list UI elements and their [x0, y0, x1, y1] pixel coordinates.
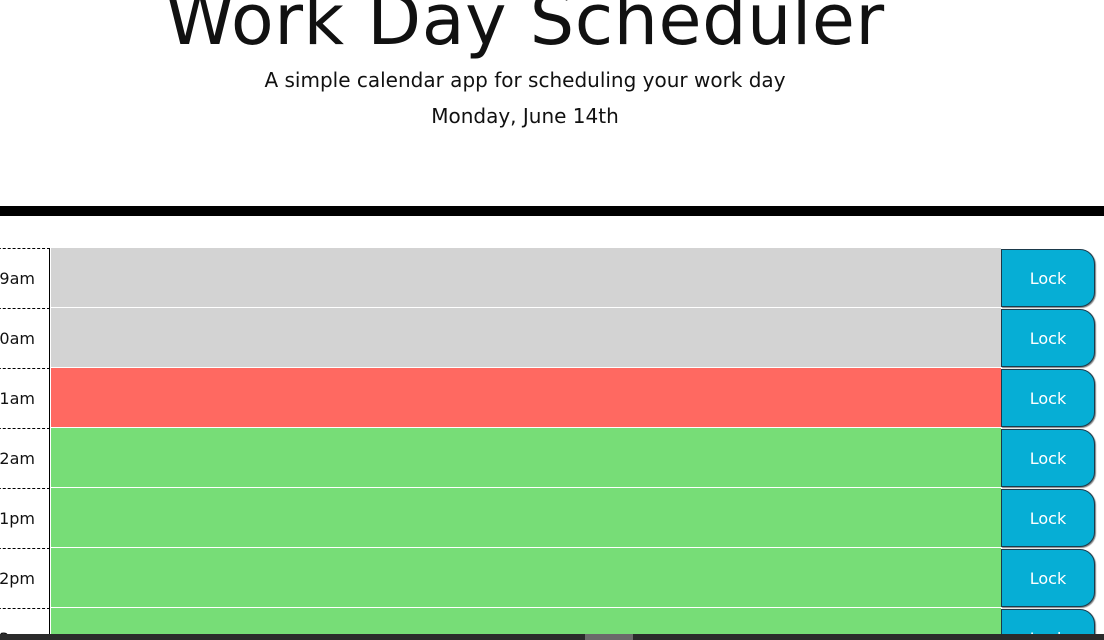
- lock-button[interactable]: Lock: [1001, 249, 1095, 307]
- header: Work Day Scheduler A simple calendar app…: [0, 0, 1104, 216]
- hour-label: 11am: [0, 368, 50, 428]
- time-block-11am: 11am Lock: [0, 368, 1104, 428]
- event-description-input[interactable]: [51, 248, 1001, 308]
- time-block-10am: 10am Lock: [0, 308, 1104, 368]
- hour-label: 12am: [0, 428, 50, 488]
- event-description-input[interactable]: [51, 428, 1001, 488]
- event-description-input[interactable]: [51, 368, 1001, 428]
- page-subtitle: A simple calendar app for scheduling you…: [264, 68, 786, 92]
- lock-button[interactable]: Lock: [1001, 489, 1095, 547]
- schedule-container: 9am Lock 10am Lock 11am Lock 12am Lock 1…: [0, 248, 1104, 640]
- lock-button[interactable]: Lock: [1001, 429, 1095, 487]
- time-block-1pm: 1pm Lock: [0, 488, 1104, 548]
- event-description-input[interactable]: [51, 308, 1001, 368]
- hour-label: 10am: [0, 308, 50, 368]
- time-block-9am: 9am Lock: [0, 248, 1104, 308]
- time-block-12am: 12am Lock: [0, 428, 1104, 488]
- scheduler-page: Work Day Scheduler A simple calendar app…: [0, 0, 1104, 640]
- page-title: Work Day Scheduler: [165, 0, 885, 61]
- hour-label: 1pm: [0, 488, 50, 548]
- hour-label: 9am: [0, 248, 50, 308]
- lock-button[interactable]: Lock: [1001, 549, 1095, 607]
- time-block-2pm: 2pm Lock: [0, 548, 1104, 608]
- scrollbar-thumb[interactable]: [585, 634, 633, 640]
- horizontal-scrollbar[interactable]: [0, 634, 1104, 640]
- lock-button[interactable]: Lock: [1001, 309, 1095, 367]
- event-description-input[interactable]: [51, 548, 1001, 608]
- lock-button[interactable]: Lock: [1001, 369, 1095, 427]
- current-day: Monday, June 14th: [431, 104, 619, 128]
- hour-label: 2pm: [0, 548, 50, 608]
- event-description-input[interactable]: [51, 488, 1001, 548]
